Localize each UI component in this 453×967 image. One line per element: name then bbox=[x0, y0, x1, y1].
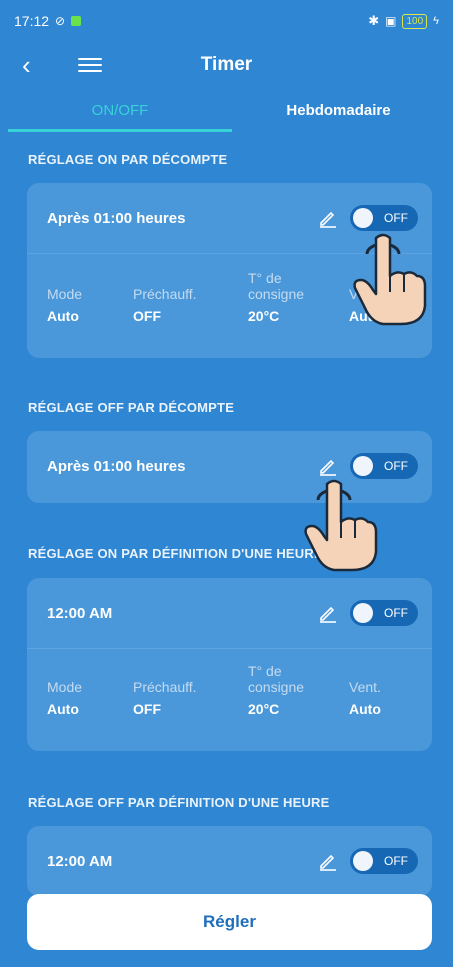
section-title: RÉGLAGE OFF PAR DÉCOMPTE bbox=[28, 400, 235, 415]
pointing-hand-icon bbox=[353, 233, 427, 326]
detail-consigne: T° de consigne 20°C bbox=[248, 663, 305, 717]
section-title: RÉGLAGE ON PAR DÉCOMPTE bbox=[28, 152, 228, 167]
timer-details: Mode Auto Préchauff. OFF T° de consigne … bbox=[27, 649, 432, 753]
toggle-state: OFF bbox=[384, 606, 408, 620]
toggle-knob bbox=[353, 603, 373, 623]
tab-on-off[interactable]: ON/OFF bbox=[8, 92, 232, 132]
regler-button[interactable]: Régler bbox=[27, 894, 432, 950]
timer-card: 12:00 AM OFF Mode Auto Préchauff. OFF T°… bbox=[27, 578, 432, 751]
footer: Régler bbox=[0, 880, 453, 967]
timer-label: Après 01:00 heures bbox=[47, 209, 186, 227]
notification-icon bbox=[71, 16, 82, 26]
mute-icon: ⊘ bbox=[55, 14, 66, 28]
toggle-state: OFF bbox=[384, 854, 408, 868]
detail-prechauff: Préchauff. OFF bbox=[133, 286, 197, 324]
timer-label: Après 01:00 heures bbox=[47, 457, 186, 475]
charging-icon: ϟ bbox=[433, 15, 439, 27]
battery-icon: 100 bbox=[402, 13, 428, 29]
section-title: RÉGLAGE ON PAR DÉFINITION D'UNE HEURE bbox=[28, 546, 323, 561]
toggle-knob bbox=[353, 851, 373, 871]
tab-hebdomadaire[interactable]: Hebdomadaire bbox=[232, 92, 445, 132]
detail-mode: Mode Auto bbox=[47, 679, 83, 717]
edit-icon[interactable] bbox=[318, 208, 338, 228]
section-title: RÉGLAGE OFF PAR DÉFINITION D'UNE HEURE bbox=[28, 795, 330, 810]
app-bar: ‹ Timer bbox=[0, 42, 453, 90]
timer-toggle[interactable]: OFF bbox=[350, 848, 418, 874]
timer-label: 12:00 AM bbox=[47, 852, 113, 870]
page-title: Timer bbox=[200, 54, 253, 75]
bluetooth-icon: ✱ bbox=[368, 13, 380, 28]
pointing-hand-icon bbox=[304, 479, 378, 572]
detail-vent: Vent. Auto bbox=[349, 679, 381, 717]
detail-consigne: T° de consigne 20°C bbox=[248, 270, 305, 324]
edit-icon[interactable] bbox=[318, 851, 338, 871]
detail-mode: Mode Auto bbox=[47, 286, 83, 324]
screen-icon: ▣ bbox=[385, 14, 397, 28]
edit-icon[interactable] bbox=[318, 603, 338, 623]
timer-row[interactable]: 12:00 AM OFF bbox=[27, 578, 432, 648]
timer-label: 12:00 AM bbox=[47, 604, 113, 622]
status-bar: 17:12 ⊘ ✱ ▣ 100 ϟ bbox=[0, 0, 453, 42]
status-time: 17:12 bbox=[14, 13, 50, 29]
tab-bar: ON/OFF Hebdomadaire bbox=[0, 92, 453, 132]
tab-label: ON/OFF bbox=[91, 102, 149, 119]
timer-toggle[interactable]: OFF bbox=[350, 600, 418, 626]
tab-label: Hebdomadaire bbox=[286, 102, 391, 119]
toggle-state: OFF bbox=[384, 459, 408, 473]
detail-prechauff: Préchauff. OFF bbox=[133, 679, 197, 717]
tab-indicator bbox=[8, 129, 232, 132]
